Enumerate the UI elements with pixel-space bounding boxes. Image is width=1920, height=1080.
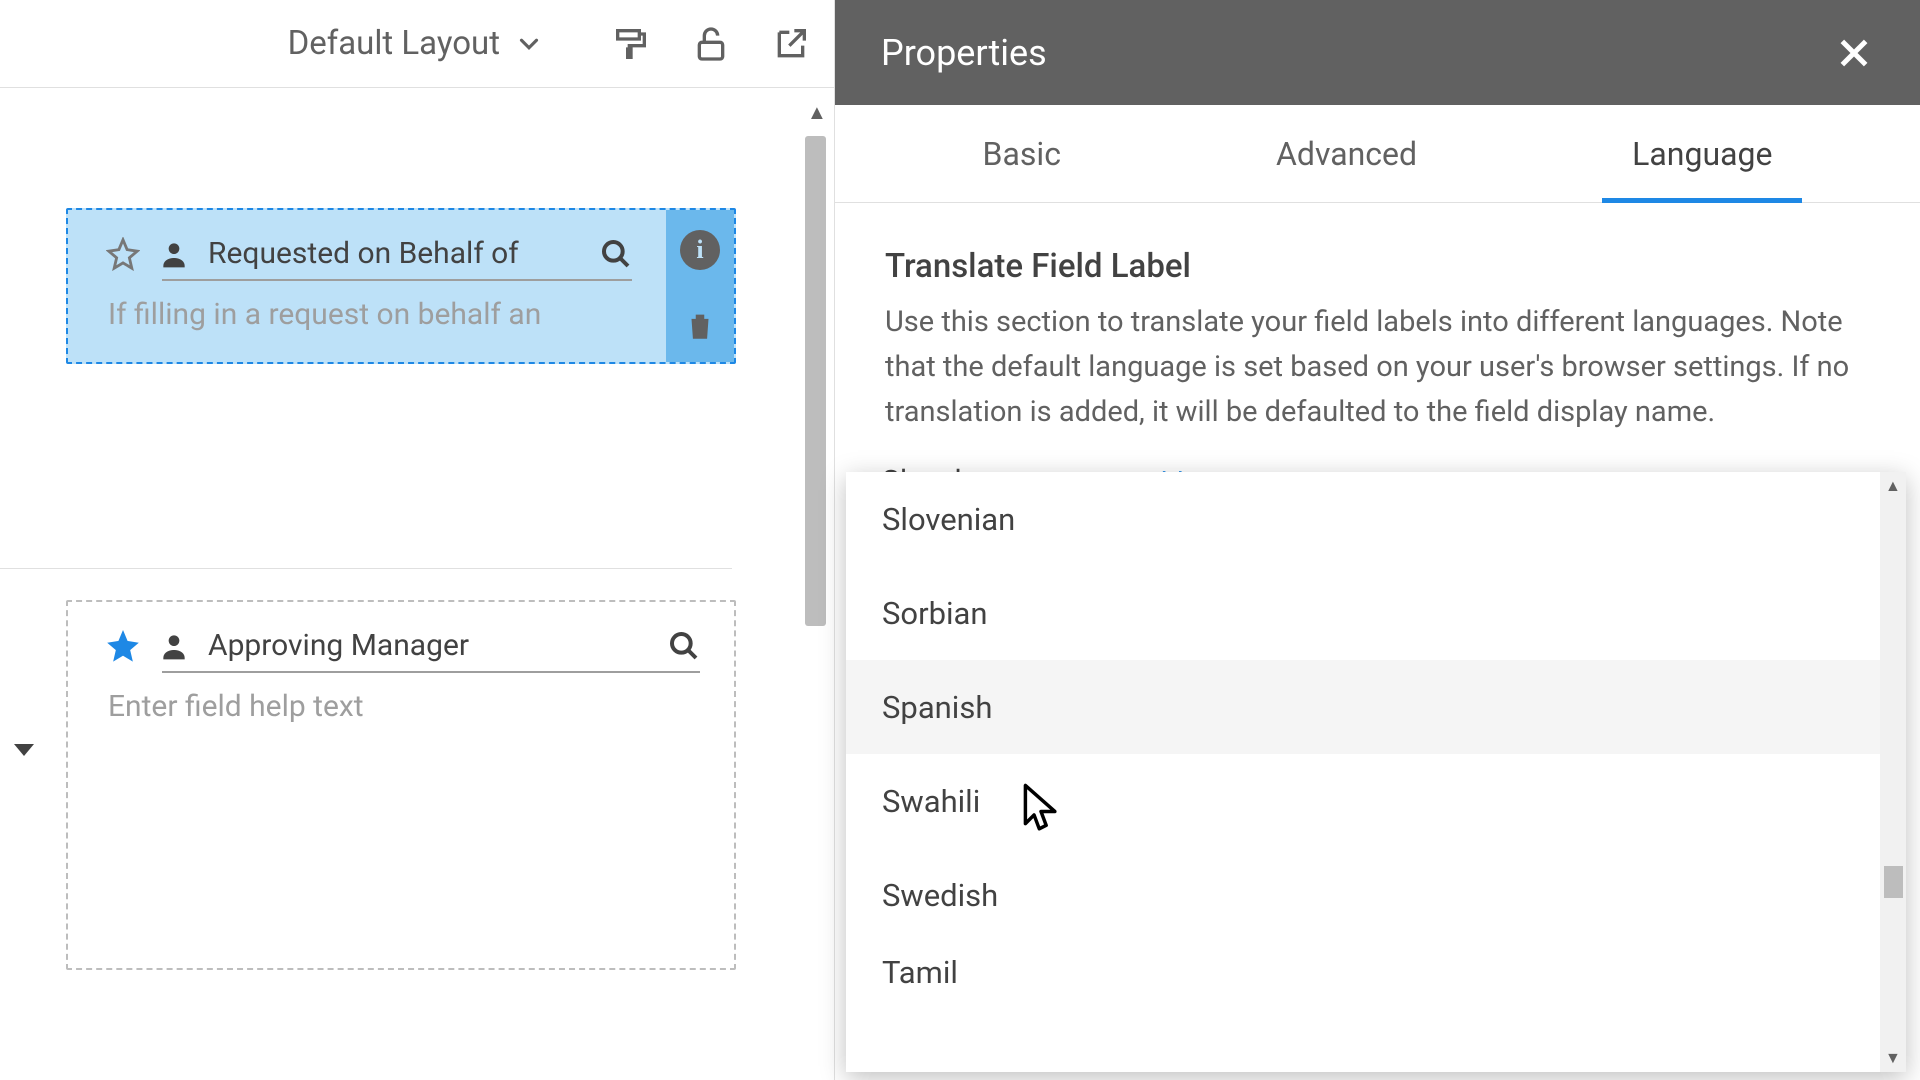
canvas-scrollbar[interactable]: ▲: [801, 90, 831, 1080]
dropdown-item[interactable]: Sorbian: [846, 566, 1906, 660]
tab-label: Language: [1632, 135, 1772, 173]
tab-label: Basic: [983, 135, 1061, 173]
person-icon: [158, 630, 190, 662]
open-in-new-icon: [771, 24, 811, 64]
dropdown-item-partial-bottom[interactable]: Tamil: [846, 942, 1906, 1002]
panel-header: Properties: [835, 0, 1920, 105]
trash-icon: [683, 309, 717, 343]
field-label: Requested on Behalf of: [208, 236, 582, 271]
paint-roller-icon: [611, 24, 651, 64]
tab-basic[interactable]: Basic: [953, 105, 1091, 202]
field-actions: i: [666, 210, 734, 362]
star-outline-icon[interactable]: [106, 237, 140, 271]
tab-label: Advanced: [1276, 135, 1417, 173]
close-icon: [1834, 33, 1874, 73]
info-button[interactable]: i: [680, 230, 720, 270]
field-help-placeholder: Enter field help text: [108, 689, 700, 724]
input-underline: [162, 671, 700, 673]
star-filled-icon[interactable]: [106, 629, 140, 663]
scroll-down-arrow-icon: ▼: [1885, 1048, 1901, 1068]
scroll-thumb[interactable]: [805, 136, 826, 626]
language-dropdown: SlovenianSorbianSpanishSwahiliSwedishTam…: [846, 472, 1906, 1072]
open-external-button[interactable]: [768, 21, 814, 67]
delete-button[interactable]: [683, 309, 717, 343]
tab-language[interactable]: Language: [1602, 105, 1802, 202]
dropdown-scrollbar[interactable]: ▲ ▼: [1880, 472, 1906, 1072]
field-card-requested-on-behalf[interactable]: Requested on Behalf of If filling in a r…: [66, 208, 736, 364]
field-label: Approving Manager: [208, 628, 650, 663]
section-collapse-toggle[interactable]: [14, 740, 34, 760]
panel-tabs: Basic Advanced Language: [835, 105, 1920, 203]
person-icon: [158, 238, 190, 270]
chevron-down-icon: [514, 29, 544, 59]
panel-title: Properties: [881, 32, 1047, 74]
lock-toggle-button[interactable]: [688, 21, 734, 67]
layout-selector-label: Default Layout: [288, 24, 500, 63]
translate-description: Use this section to translate your field…: [885, 300, 1870, 435]
dropdown-item[interactable]: Swedish: [846, 848, 1906, 942]
dropdown-item[interactable]: Spanish: [846, 660, 1906, 754]
dropdown-item[interactable]: Slovenian: [846, 472, 1906, 566]
scroll-up-arrow-icon: ▲: [1885, 476, 1901, 496]
form-canvas: Requested on Behalf of If filling in a r…: [0, 88, 834, 1080]
field-card-approving-manager[interactable]: Approving Manager Enter field help text: [66, 600, 736, 970]
field-help-text: If filling in a request on behalf an: [108, 297, 632, 332]
paint-format-button[interactable]: [608, 21, 654, 67]
layout-selector[interactable]: Default Layout: [288, 24, 544, 63]
search-icon[interactable]: [600, 238, 632, 270]
unlocked-icon: [691, 24, 731, 64]
panel-body: Translate Field Label Use this section t…: [835, 203, 1920, 479]
panel-close-button[interactable]: [1834, 33, 1874, 73]
scroll-thumb[interactable]: [1884, 866, 1903, 898]
scroll-up-arrow-icon: ▲: [807, 100, 827, 125]
tab-advanced[interactable]: Advanced: [1246, 105, 1447, 202]
input-underline: [162, 279, 632, 281]
dropdown-item[interactable]: Swahili: [846, 754, 1906, 848]
info-icon: i: [696, 235, 703, 265]
layout-toolbar: Default Layout: [0, 0, 834, 88]
translate-heading: Translate Field Label: [885, 247, 1870, 286]
search-icon[interactable]: [668, 630, 700, 662]
